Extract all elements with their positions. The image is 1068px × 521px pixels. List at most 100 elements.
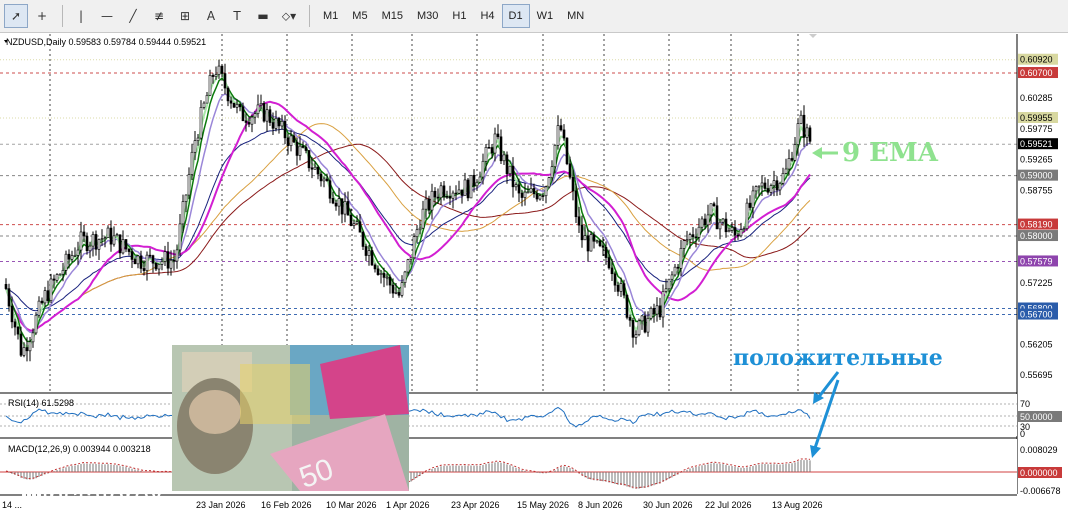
candle [262, 101, 266, 123]
candle [712, 201, 716, 208]
candle [724, 212, 728, 238]
candle-body [742, 228, 746, 230]
arrows-tool[interactable]: ⬦▾ [277, 4, 301, 28]
chart-shift-marker-icon[interactable] [809, 34, 817, 38]
candle-body [481, 160, 485, 178]
ma-100-line [5, 123, 811, 332]
candle-body [508, 165, 512, 175]
rectangle-tool[interactable]: ▬ [251, 4, 275, 28]
timeframe-m15-button[interactable]: M15 [375, 4, 410, 28]
candle [226, 86, 230, 107]
candle [715, 197, 719, 230]
candle-body [148, 254, 152, 257]
timeframe-w1-button[interactable]: W1 [530, 4, 561, 28]
candle-body [526, 191, 530, 194]
candle [163, 245, 167, 267]
candle [340, 198, 344, 224]
ema-21-line [5, 93, 811, 334]
candle-body [52, 278, 56, 281]
candle-body [685, 239, 689, 241]
text-tool[interactable]: A [199, 4, 223, 28]
candle-body [553, 144, 557, 168]
timeframe-h4-button[interactable]: H4 [473, 4, 501, 28]
timeframe-m1-button[interactable]: M1 [316, 4, 345, 28]
candle [91, 231, 95, 257]
price-label: 0.57579 [1018, 255, 1058, 267]
candle-body [355, 221, 359, 224]
candle [145, 251, 149, 281]
price-chart[interactable]: 0.60920 0.60700 0.60285 0.599550.59775 0.595… [0, 34, 1068, 521]
candle-body [202, 102, 206, 108]
vertical-line-tool[interactable]: | [69, 4, 93, 28]
candle-body [64, 253, 68, 271]
candle [118, 234, 122, 259]
candle-body [4, 284, 8, 289]
candle-body [775, 180, 779, 191]
instaforex-logo: instaforex Instant Forex Trading [22, 481, 163, 520]
candle-body [304, 147, 308, 151]
candle [256, 94, 260, 118]
candle-body [628, 317, 632, 321]
price-label: 0.59521 [1018, 138, 1058, 150]
candle-body [163, 251, 167, 262]
timeframe-m30-button[interactable]: M30 [410, 4, 445, 28]
candle-body [802, 114, 806, 138]
candle [346, 191, 350, 216]
logo-dot [32, 503, 36, 507]
candle-body [511, 165, 515, 188]
candle [178, 213, 182, 256]
drawing-toolbar: ➚ + | — ╱ ≢ ⊞ A T ▬ ⬦▾ M1 M5 M15 M30 H1 … [0, 0, 1068, 33]
timeframe-d1-button[interactable]: D1 [501, 4, 530, 28]
ema-50-line [5, 128, 811, 312]
candle-body [442, 185, 446, 197]
timeframe-m5-button[interactable]: M5 [345, 4, 374, 28]
price-label-text: 0.60920 [1020, 55, 1053, 65]
candle [661, 284, 665, 328]
horizontal-line-tool[interactable]: — [95, 4, 119, 28]
timeframe-mn-button[interactable]: MN [560, 4, 591, 28]
candle-body [736, 234, 740, 237]
candle [496, 124, 500, 140]
logo-dot [37, 493, 41, 497]
candle-body [166, 251, 170, 269]
trendline-tool[interactable]: ╱ [121, 4, 145, 28]
fibonacci-tool[interactable]: ⊞ [173, 4, 197, 28]
logo-dot [27, 503, 31, 507]
candle-body [19, 333, 23, 356]
ma-magenta-line [5, 100, 811, 332]
candle [16, 326, 20, 340]
candle-body [649, 307, 653, 319]
candle [523, 183, 527, 206]
candle-body [34, 314, 38, 334]
candle [127, 248, 131, 256]
text-label-tool[interactable]: T [225, 4, 249, 28]
cursor-tool[interactable]: ➚ [4, 4, 28, 28]
candle [97, 238, 101, 261]
candle-body [109, 227, 113, 245]
candle [100, 229, 104, 246]
candle [799, 110, 803, 125]
candle-body [763, 182, 767, 189]
candle-body [748, 202, 752, 208]
candle [361, 230, 365, 251]
price-label: 0.59265 [1020, 155, 1053, 165]
candle-body [85, 235, 89, 252]
candle-body [604, 246, 608, 258]
candle-body [661, 291, 665, 318]
candle-body [58, 273, 62, 276]
candle [463, 172, 467, 196]
candle-body [10, 305, 14, 323]
candle-body [787, 158, 791, 170]
candle [442, 180, 446, 201]
logo-dot [27, 508, 31, 512]
candle [649, 306, 653, 321]
timeframe-h1-button[interactable]: H1 [445, 4, 473, 28]
candle [793, 137, 797, 162]
candle [412, 233, 416, 259]
candle-body [778, 183, 782, 191]
candle-body [337, 198, 341, 207]
equidistant-channel-tool[interactable]: ≢ [147, 4, 171, 28]
crosshair-tool[interactable]: + [30, 4, 54, 28]
candle-body [538, 195, 542, 200]
candle-body [37, 300, 41, 316]
